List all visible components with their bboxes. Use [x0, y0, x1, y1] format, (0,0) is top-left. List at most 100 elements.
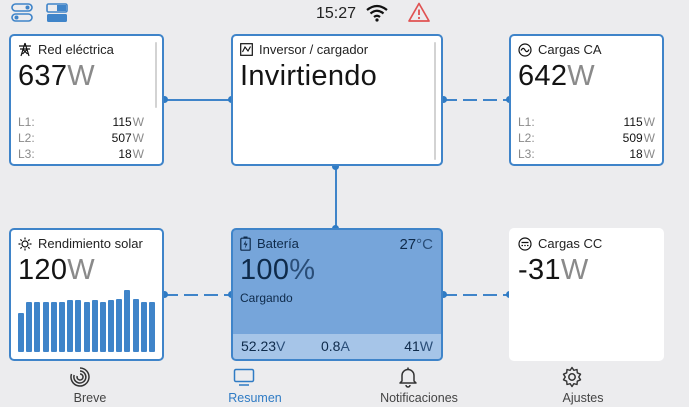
battery-temperature-value: 27: [399, 236, 417, 253]
dc-loads-widget-header: Cargas CC: [518, 236, 602, 251]
status-bar: 15:27: [0, 0, 689, 28]
solar-history-bar: [18, 313, 24, 352]
battery-state: Cargando: [240, 291, 293, 305]
ac-loads-widget[interactable]: Cargas CA 642W L1: 115W L2: 509W L3: 18W: [509, 34, 664, 166]
solar-history-bar: [92, 300, 98, 352]
dc-loads-widget[interactable]: Cargas CC -31W: [509, 228, 664, 361]
wifi-icon: [366, 4, 388, 27]
scrollbar[interactable]: [155, 42, 157, 108]
solar-history-bar: [34, 302, 40, 352]
inverter-state: Invirtiendo: [240, 60, 378, 92]
ac-wave-icon: [518, 42, 532, 57]
dc-loads-power-value: -31: [518, 254, 561, 286]
ac-loads-power: 642W: [518, 60, 595, 93]
dc-icon: [518, 236, 532, 251]
solar-history-bar: [43, 302, 49, 352]
connector-solar-battery: [164, 294, 231, 296]
battery-soc-unit: %: [289, 254, 316, 286]
grid-phase-list: L1: 115W L2: 507W L3: 18W: [18, 114, 144, 162]
solar-history-bar: [26, 302, 32, 352]
solar-history-bar: [116, 299, 122, 352]
solar-history-bar: [75, 300, 81, 352]
solar-history-bar: [124, 290, 130, 352]
phase-label: L2:: [18, 131, 35, 145]
nav-label: Notificaciones: [380, 391, 458, 405]
grid-power-unit: W: [67, 60, 95, 92]
solar-widget-title: Rendimiento solar: [38, 236, 143, 251]
battery-widget[interactable]: Batería 27°C 100% Cargando 52.23V 0.8A 4…: [231, 228, 443, 361]
solar-history-chart: [18, 282, 155, 352]
solar-history-bar: [141, 302, 147, 352]
solar-history-bar: [133, 299, 139, 352]
phase-label: L1:: [18, 115, 35, 129]
phase-row: L2: 507W: [18, 130, 144, 146]
ac-loads-power-value: 642: [518, 60, 568, 92]
grid-power-value: 637: [18, 60, 68, 92]
phase-value: 18: [118, 147, 132, 161]
inverter-widget[interactable]: Inversor / cargador Invirtiendo: [231, 34, 443, 166]
nav-tab-overview[interactable]: Resumen: [195, 362, 315, 407]
phase-unit: W: [132, 115, 144, 129]
grid-widget-title: Red eléctrica: [38, 42, 114, 57]
sun-icon: [18, 237, 32, 251]
nav-label: Breve: [73, 391, 107, 405]
nav-tab-settings[interactable]: Ajustes: [523, 362, 643, 407]
solar-widget[interactable]: Rendimiento solar 120W: [9, 228, 164, 361]
battery-power: 41W: [404, 338, 433, 354]
battery-current: 0.8A: [321, 338, 350, 354]
battery-widget-header: Batería: [240, 236, 299, 251]
phase-unit: W: [643, 131, 655, 145]
battery-voltage: 52.23V: [241, 338, 285, 354]
solar-history-bar: [149, 302, 155, 352]
grid-power: 637W: [18, 60, 95, 93]
solar-history-bar: [67, 300, 73, 352]
phase-value: 115: [112, 115, 132, 129]
phase-row: L2: 509W: [518, 130, 655, 146]
ac-loads-widget-header: Cargas CA: [518, 42, 602, 57]
bottom-nav: Breve Resumen Notificaciones Ajustes: [0, 362, 689, 407]
nav-tab-brief[interactable]: Breve: [30, 362, 150, 407]
battery-temperature: 27°C: [399, 236, 433, 253]
phase-label: L3:: [18, 147, 35, 161]
inverter-widget-title: Inversor / cargador: [259, 42, 369, 57]
solar-widget-header: Rendimiento solar: [18, 236, 143, 251]
scrollbar[interactable]: [434, 42, 436, 160]
connector-grid-inverter: [164, 99, 231, 101]
dc-loads-power-unit: W: [560, 254, 589, 286]
grid-widget[interactable]: Red eléctrica 637W L1: 115W L2: 507W L3: 18…: [9, 34, 164, 166]
warning-icon[interactable]: [408, 2, 430, 27]
battery-footer: 52.23V 0.8A 41W: [233, 334, 441, 359]
battery-widget-title: Batería: [257, 236, 299, 251]
battery-soc: 100%: [240, 254, 315, 287]
toggles-icon[interactable]: [11, 3, 33, 28]
solar-history-bar: [59, 302, 65, 352]
battery-temperature-unit: °C: [416, 236, 433, 253]
phase-value: 115: [623, 115, 643, 129]
battery-soc-value: 100: [240, 254, 290, 286]
phase-row: L1: 115W: [18, 114, 144, 130]
phase-row: L1: 115W: [518, 114, 655, 130]
inverter-widget-header: Inversor / cargador: [240, 42, 368, 57]
ac-loads-widget-title: Cargas CA: [538, 42, 602, 57]
split-view-icon[interactable]: [46, 3, 68, 28]
pylon-icon: [18, 42, 32, 57]
solar-history-bar: [100, 302, 106, 352]
connector-inverter-battery: [335, 166, 337, 228]
battery-power-unit: W: [419, 338, 433, 354]
clock: 15:27: [316, 5, 357, 22]
battery-current-unit: A: [340, 338, 350, 354]
nav-tab-notifications[interactable]: Notificaciones: [359, 362, 479, 407]
phase-label: L2:: [518, 131, 535, 145]
phase-value: 18: [629, 147, 643, 161]
battery-voltage-value: 52.23: [241, 338, 277, 354]
phase-unit: W: [132, 147, 144, 161]
grid-widget-header: Red eléctrica: [18, 42, 114, 57]
dc-loads-power: -31W: [518, 254, 589, 287]
phase-row: L3: 18W: [18, 146, 144, 162]
dc-loads-widget-title: Cargas CC: [538, 236, 603, 251]
ac-loads-power-unit: W: [567, 60, 595, 92]
connector-inverter-acloads: [443, 99, 509, 101]
phase-label: L1:: [518, 115, 535, 129]
battery-voltage-unit: V: [276, 338, 286, 354]
inverter-icon: [240, 43, 253, 56]
